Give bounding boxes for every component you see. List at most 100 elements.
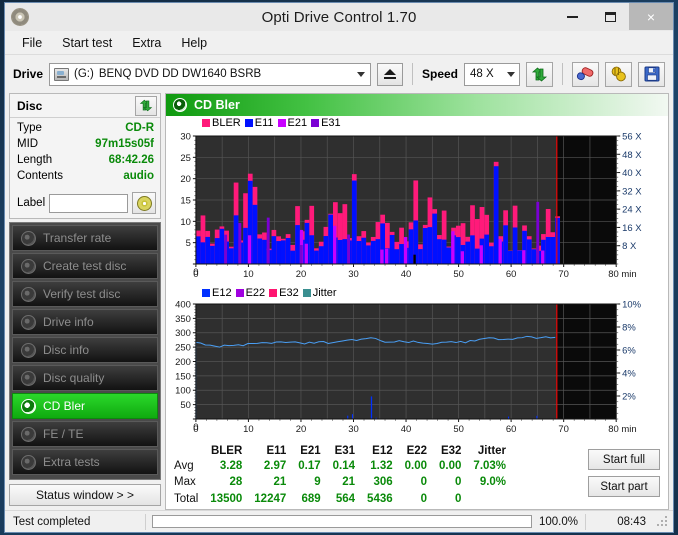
sidebar-item-label: Transfer rate xyxy=(43,231,112,245)
e12-jitter-chart[interactable]: E12 E22 E32 Jitter 0 50 100 150 200 250 300 350… xyxy=(166,286,668,441)
sidebar-item-label: Create test disc xyxy=(43,259,127,273)
bler-plot-area[interactable]: 0510152025308 X16 X24 X32 X40 X48 X56 X0… xyxy=(166,116,668,286)
test-navigation-list: Transfer rate Create test disc Verify te… xyxy=(9,222,161,480)
cell-total-e32: 0 xyxy=(455,492,462,505)
column-header-jitter: Jitter xyxy=(477,445,507,457)
start-part-button[interactable]: Start part xyxy=(588,476,660,497)
svg-text:32 X: 32 X xyxy=(622,186,642,197)
disc-icon xyxy=(21,426,36,442)
sidebar-item-disc-info[interactable]: Disc info xyxy=(12,337,158,363)
erase-button[interactable] xyxy=(572,61,599,87)
menu-item-help[interactable]: Help xyxy=(172,33,216,53)
legend-item-e11: E11 xyxy=(244,117,274,129)
svg-text:48 X: 48 X xyxy=(622,150,642,161)
cell-avg-e12: 1.32 xyxy=(370,460,393,473)
cell-max-e32: 0 xyxy=(455,476,462,489)
svg-text:4%: 4% xyxy=(622,368,636,379)
cell-avg-e31: 0.14 xyxy=(332,460,356,473)
sidebar-item-label: Disc info xyxy=(43,343,90,357)
disc-properties: Type CD-R MID 97m15s05f Length 68:42.26 … xyxy=(10,118,160,189)
disc-row-mid: MID 97m15s05f xyxy=(17,138,154,154)
cell-max-e21: 9 xyxy=(314,476,321,489)
sidebar-item-disc-quality[interactable]: Disc quality xyxy=(12,365,158,391)
cell-avg-e32: 0.00 xyxy=(439,460,462,473)
cell-total-e22: 0 xyxy=(420,492,428,505)
maximize-icon xyxy=(604,11,616,22)
sidebar-item-label: Drive info xyxy=(43,315,94,329)
sidebar-item-verify-test-disc[interactable]: Verify test disc xyxy=(12,281,158,307)
cell-total-e31: 564 xyxy=(335,492,356,505)
maximize-button[interactable] xyxy=(591,3,629,30)
menu-item-start-test[interactable]: Start test xyxy=(53,33,121,53)
eject-button[interactable] xyxy=(376,62,403,86)
svg-text:60: 60 xyxy=(506,269,517,280)
chevron-down-icon xyxy=(502,64,519,85)
save-icon xyxy=(644,66,659,82)
speed-select[interactable]: 48 X xyxy=(464,62,520,86)
disc-info-panel: Disc Type CD-R MID 97m15s05f Length 68:4… xyxy=(9,93,161,219)
status-window-button[interactable]: Status window > > xyxy=(9,484,161,506)
refresh-button[interactable] xyxy=(526,61,553,87)
toolbar-divider-2 xyxy=(562,63,563,85)
progress-percent-label: 100.0% xyxy=(539,515,579,528)
stats-corner xyxy=(172,445,204,458)
table-row: Total 13500 12247 689 564 5436 0 0 xyxy=(172,491,512,507)
disc-row-length: Length 68:42.26 xyxy=(17,154,154,170)
drive-select[interactable]: (G:) BENQ DVD DD DW1640 BSRB xyxy=(49,62,371,86)
svg-text:30: 30 xyxy=(348,424,359,435)
cell-max-e12: 306 xyxy=(373,476,393,489)
save-button[interactable] xyxy=(638,61,665,87)
minimize-icon xyxy=(566,15,578,18)
svg-text:10: 10 xyxy=(243,269,254,280)
svg-text:6%: 6% xyxy=(622,345,636,356)
resize-grip[interactable] xyxy=(656,514,670,529)
svg-text:50: 50 xyxy=(453,424,464,435)
progress-cell: 100.0% xyxy=(146,515,585,528)
bler-chart[interactable]: BLER E11 E21 E31 0 5 10 15 20 25 30 8 X 16 X 24 X… xyxy=(166,116,668,286)
title-bar: Opti Drive Control 1.70 × xyxy=(5,3,673,31)
svg-text:30: 30 xyxy=(348,269,359,280)
svg-text:50: 50 xyxy=(453,269,464,280)
svg-text:100: 100 xyxy=(175,386,191,397)
chevron-down-icon xyxy=(353,64,370,85)
disc-key: MID xyxy=(17,138,39,150)
drive-name: BENQ DVD DD DW1640 BSRB xyxy=(98,68,262,80)
e12-jitter-plot-area[interactable]: 0501001502002503003504002%4%6%8%10%0 10 20… xyxy=(166,286,668,441)
menu-item-file[interactable]: File xyxy=(13,33,51,53)
main-panel-title: CD Bler xyxy=(194,98,240,112)
sidebar-item-cd-bler[interactable]: CD Bler xyxy=(12,393,158,419)
disc-key: Length xyxy=(17,154,53,166)
menu-item-extra[interactable]: Extra xyxy=(123,33,170,53)
disc-icon xyxy=(21,454,36,470)
table-row: Max 28 21 9 21 306 0 0 9.0% xyxy=(172,474,512,490)
close-button[interactable]: × xyxy=(629,3,673,30)
start-full-button[interactable]: Start full xyxy=(588,449,660,470)
cell-total-e11: 12247 xyxy=(254,492,287,505)
disc-label-row: Label xyxy=(10,192,160,218)
minimize-button[interactable] xyxy=(553,3,591,30)
sidebar-item-transfer-rate[interactable]: Transfer rate xyxy=(12,225,158,251)
svg-text:10: 10 xyxy=(180,217,191,228)
disc-icon xyxy=(173,98,187,112)
drive-icon xyxy=(54,67,70,81)
cell-max-bler: 28 xyxy=(229,476,243,489)
plug-button[interactable] xyxy=(605,61,632,87)
disc-refresh-button[interactable] xyxy=(135,95,157,116)
disc-label-browse-button[interactable] xyxy=(132,192,156,214)
disc-label-input[interactable] xyxy=(49,193,128,213)
main-panel-header: CD Bler xyxy=(166,94,668,116)
column-header-bler: BLER xyxy=(210,445,243,457)
sidebar-item-drive-info[interactable]: Drive info xyxy=(12,309,158,335)
sidebar-item-create-test-disc[interactable]: Create test disc xyxy=(12,253,158,279)
statistics-table: BLER E11 E21 E31 E12 E22 E32 Jitter Avg xyxy=(172,445,512,507)
cell-avg-bler: 3.28 xyxy=(219,460,243,473)
disc-icon xyxy=(21,286,36,302)
disc-icon xyxy=(21,398,36,414)
sidebar-item-fe-te[interactable]: FE / TE xyxy=(12,421,158,447)
cell-total-jitter xyxy=(467,491,512,507)
row-label-total: Total xyxy=(174,492,199,505)
legend-item-e31: E31 xyxy=(311,117,341,129)
svg-text:40 X: 40 X xyxy=(622,168,642,179)
sidebar-item-extra-tests[interactable]: Extra tests xyxy=(12,449,158,475)
sidebar: Disc Type CD-R MID 97m15s05f Length 68:4… xyxy=(9,93,161,510)
